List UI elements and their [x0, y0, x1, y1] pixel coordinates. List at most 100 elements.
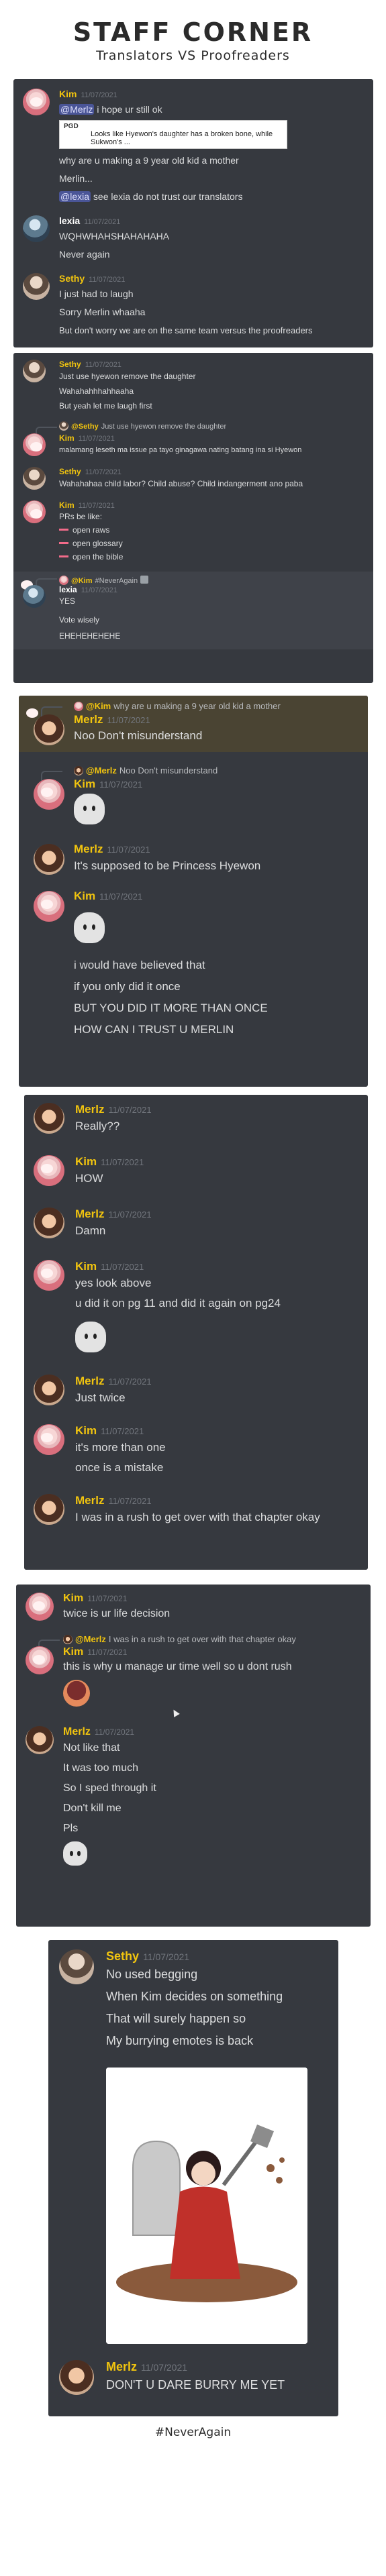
message-line: WQHWHAHSHAHAHAHA — [59, 231, 170, 241]
message-line: Wahahahaa child labor? Child abuse? Chil… — [59, 479, 303, 488]
image-icon — [140, 576, 149, 584]
kim-avatar[interactable] — [34, 891, 64, 922]
timestamp: 11/07/2021 — [108, 1377, 152, 1387]
reply-preview[interactable]: @Sethy Just use hyewon remove the daughte… — [13, 420, 373, 437]
sethy-avatar[interactable] — [23, 467, 46, 490]
message-line — [74, 903, 368, 949]
lexia-avatar[interactable] — [23, 585, 46, 608]
kim-avatar[interactable] — [34, 1424, 64, 1455]
merlz-avatar[interactable] — [34, 1208, 64, 1238]
reply-preview[interactable]: @Kim why are u making a 9 year old kid a … — [19, 700, 368, 717]
message-kim: Kim 11/07/2021 twice is ur life decision — [16, 1593, 371, 1623]
timestamp: 11/07/2021 — [94, 1727, 135, 1737]
kim-avatar[interactable] — [26, 1593, 54, 1621]
sethy-avatar[interactable] — [59, 1949, 94, 1984]
reply-avatar — [59, 576, 68, 585]
timestamp: 11/07/2021 — [78, 435, 115, 443]
message-sethy: Sethy 11/07/2021 Wahahahaa child labor? C… — [13, 467, 373, 491]
reply-preview[interactable]: @Merlz Noo Don't misunderstand — [19, 764, 368, 782]
ghost-emote — [74, 912, 105, 943]
username-kim[interactable]: Kim — [59, 89, 77, 99]
merlz-avatar[interactable] — [34, 844, 64, 875]
username-kim[interactable]: Kim — [75, 1260, 97, 1273]
username-kim[interactable]: Kim — [75, 1424, 97, 1438]
merlz-avatar[interactable] — [34, 1494, 64, 1525]
message-kim: Kim 11/07/2021 yes look above u did it on… — [24, 1260, 368, 1358]
kim-avatar[interactable] — [23, 433, 46, 456]
message-line: twice is ur life decision — [63, 1608, 171, 1619]
timestamp: 11/07/2021 — [85, 468, 122, 476]
merlz-avatar[interactable] — [34, 1103, 64, 1134]
message-line: DON'T U DARE BURRY ME YET — [106, 2378, 285, 2392]
chat-panel-3: @Kim why are u making a 9 year old kid a … — [19, 696, 368, 1087]
merlz-avatar[interactable] — [34, 1375, 64, 1405]
username-merlz[interactable]: Merlz — [75, 1494, 104, 1507]
message-kim: Kim 11/07/2021 malamang leseth ma issue p… — [13, 433, 373, 458]
username-sethy[interactable]: Sethy — [59, 360, 81, 369]
message-kim: Kim 11/07/2021 @Merlz i hope ur still ok … — [13, 89, 373, 206]
chat-panel-6: Sethy 11/07/2021 No used begging When Kim… — [48, 1940, 338, 2416]
reply-preview[interactable]: @Merlz I was in a rush to get over with t… — [16, 1633, 371, 1650]
username-merlz[interactable]: Merlz — [75, 1208, 104, 1221]
quoted-page-embed[interactable]: PGD Looks like Hyewon's daughter has a b… — [59, 120, 287, 149]
username-lexia[interactable]: lexia — [59, 215, 80, 226]
sethy-avatar[interactable] — [23, 273, 50, 300]
username-merlz[interactable]: Merlz — [75, 1103, 104, 1116]
message-line: But don't worry we are on the same team … — [59, 325, 313, 335]
timestamp: 11/07/2021 — [143, 1951, 190, 1962]
kim-avatar[interactable] — [34, 1155, 64, 1186]
username-kim[interactable]: Kim — [74, 777, 95, 791]
kim-avatar[interactable] — [26, 1646, 54, 1674]
message-kim: Kim 11/07/2021 HOW — [24, 1155, 368, 1189]
timestamp: 11/07/2021 — [101, 1262, 144, 1272]
burying-meme-image[interactable] — [106, 2068, 307, 2344]
lexia-avatar[interactable] — [23, 215, 50, 242]
message-line: Noo Don't misunderstand — [74, 729, 203, 742]
username-merlz[interactable]: Merlz — [74, 713, 103, 727]
username-sethy[interactable]: Sethy — [106, 1949, 139, 1964]
username-kim[interactable]: Kim — [59, 500, 75, 510]
reply-preview[interactable]: @Kim #NeverAgain — [13, 572, 373, 589]
timestamp: 11/07/2021 — [87, 1648, 128, 1657]
message-merlz: Merlz 11/07/2021 Really?? — [24, 1103, 368, 1136]
username-lexia[interactable]: lexia — [59, 585, 77, 594]
username-sethy[interactable]: Sethy — [59, 273, 85, 284]
message-line: Sorry Merlin whaaha — [59, 307, 146, 317]
message-line: It was too much — [63, 1762, 139, 1774]
kim-avatar[interactable] — [34, 1260, 64, 1291]
message-line: u did it on pg 11 and did it again on pg… — [75, 1297, 281, 1309]
hashtag-footer: #NeverAgain — [154, 2426, 232, 2439]
message-line — [63, 1676, 371, 1710]
timestamp: 11/07/2021 — [108, 1210, 152, 1220]
merlz-avatar[interactable] — [26, 1726, 54, 1754]
ghost-emote — [75, 1322, 106, 1352]
message-merlz: Merlz 11/07/2021 It's supposed to be Prin… — [19, 843, 368, 876]
message-line: Wahahahhhahhaaha — [59, 386, 134, 396]
merlz-avatar[interactable] — [59, 2360, 94, 2395]
timestamp: 11/07/2021 — [107, 715, 150, 725]
kim-avatar[interactable] — [23, 500, 46, 523]
kim-avatar[interactable] — [23, 89, 50, 115]
message-line: That will surely happen so — [106, 2012, 246, 2025]
username-merlz[interactable]: Merlz — [106, 2360, 137, 2374]
username-kim[interactable]: Kim — [63, 1593, 83, 1605]
message-sethy: Sethy 11/07/2021 I just had to laugh Sorr… — [13, 273, 373, 339]
sethy-avatar[interactable] — [23, 360, 46, 382]
merlz-avatar[interactable] — [34, 714, 64, 745]
kim-avatar[interactable] — [34, 779, 64, 810]
username-merlz[interactable]: Merlz — [63, 1726, 91, 1738]
username-kim[interactable]: Kim — [75, 1155, 97, 1169]
username-kim[interactable]: Kim — [63, 1646, 83, 1658]
message-line: YES — [59, 596, 76, 606]
mention-lexia[interactable]: @lexia — [59, 191, 91, 202]
ghost-emote — [74, 794, 105, 824]
username-kim[interactable]: Kim — [74, 890, 95, 903]
message-line: Merlin... — [59, 173, 93, 184]
mention-merlz[interactable]: @Merlz — [59, 104, 95, 115]
message-line: Vote wisely — [59, 615, 100, 625]
username-sethy[interactable]: Sethy — [59, 467, 81, 476]
username-merlz[interactable]: Merlz — [75, 1375, 104, 1388]
username-merlz[interactable]: Merlz — [74, 843, 103, 856]
message-line: HOW CAN I TRUST U MERLIN — [74, 1023, 234, 1036]
username-kim[interactable]: Kim — [59, 433, 75, 443]
